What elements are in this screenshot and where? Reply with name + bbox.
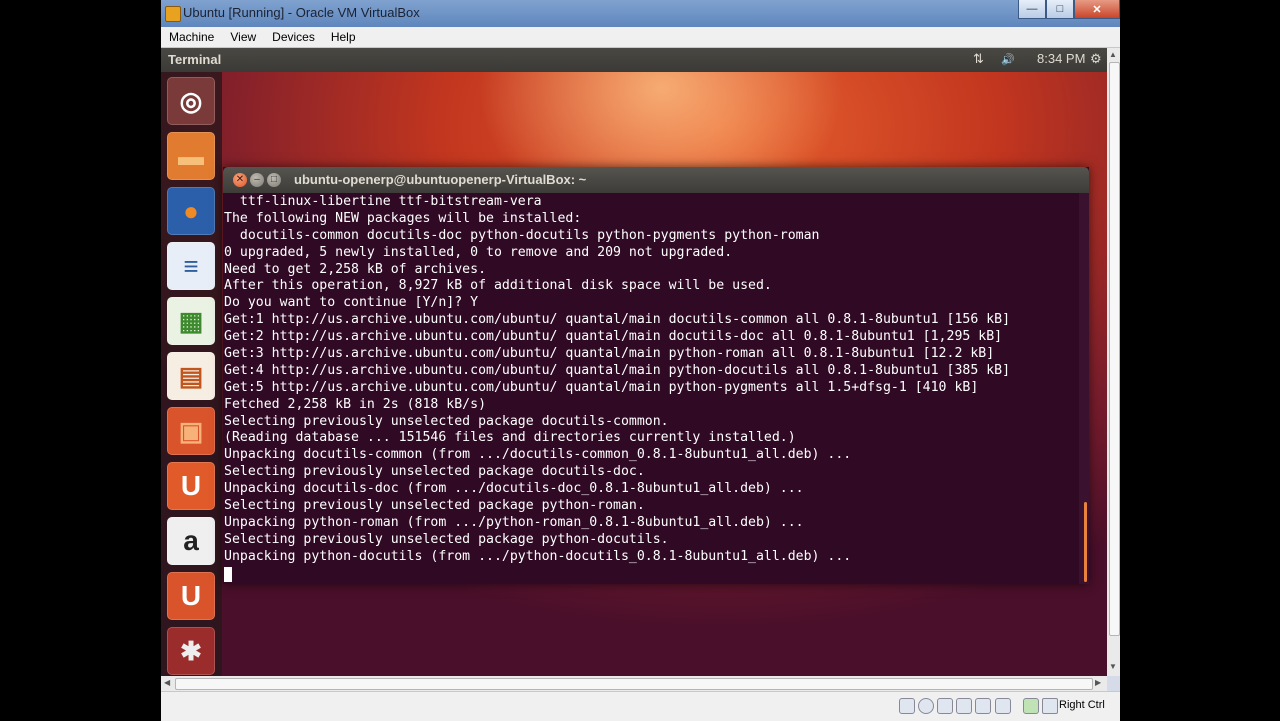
terminal-prompt-line[interactable] <box>224 566 1079 583</box>
terminal-close-icon[interactable]: ✕ <box>233 173 247 187</box>
launcher-writer-icon[interactable]: ≡ <box>167 242 215 290</box>
terminal-line: The following NEW packages will be insta… <box>224 210 582 226</box>
terminal-output[interactable]: ttf-linux-libertine ttf-bitstream-vera Th… <box>223 193 1079 584</box>
vbox-status-bar: Right Ctrl <box>161 691 1120 721</box>
scroll-up-icon[interactable]: ▲ <box>1109 50 1117 59</box>
launcher-files-icon[interactable]: ▬ <box>167 132 215 180</box>
terminal-line: Selecting previously unselected package … <box>224 413 669 429</box>
terminal-line: Get:3 http://us.archive.ubuntu.com/ubunt… <box>224 346 995 362</box>
virtualbox-icon <box>165 6 181 22</box>
terminal-line: Fetched 2,258 kB in 2s (818 kB/s) <box>224 396 487 412</box>
terminal-maximize-icon[interactable]: □ <box>267 173 281 187</box>
close-button[interactable]: ✕ <box>1074 0 1120 19</box>
scroll-left-icon[interactable]: ◀ <box>164 678 170 687</box>
optical-drive-icon[interactable] <box>918 698 934 714</box>
terminal-line: Unpacking python-roman (from .../python-… <box>224 514 804 530</box>
terminal-line: Need to get 2,258 kB of archives. <box>224 261 487 277</box>
launcher-ubuntu-one-music-icon[interactable]: U <box>167 572 215 620</box>
scroll-down-icon[interactable]: ▼ <box>1109 662 1117 671</box>
gear-icon[interactable]: ⚙ <box>1090 51 1102 67</box>
menu-view[interactable]: View <box>222 27 264 47</box>
launcher-dash-home-icon[interactable]: ◎ <box>167 77 215 125</box>
terminal-line: Get:4 http://us.archive.ubuntu.com/ubunt… <box>224 362 1011 378</box>
unity-launcher: ◎ ▬ ● ≡ ▦ ▤ ▣ Ua U ✱ <box>161 72 222 676</box>
guest-screen[interactable]: Terminal ⇅ 🔊 8:34 PM ⚙ ◎ ▬ ● ≡ ▦ ▤ ▣ Ua U ✱ ✕ – □… <box>161 48 1107 676</box>
terminal-line: Do you want to continue [Y/n]? Y <box>224 295 479 311</box>
usb-icon[interactable] <box>937 698 953 714</box>
vertical-scroll-thumb[interactable] <box>1109 62 1120 636</box>
minimize-button[interactable]: — <box>1018 0 1046 19</box>
vbox-titlebar[interactable]: Ubuntu [Running] - Oracle VM VirtualBox … <box>161 0 1120 27</box>
maximize-button[interactable]: □ <box>1046 0 1074 19</box>
launcher-firefox-icon[interactable]: ● <box>167 187 215 235</box>
launcher-system-settings-icon[interactable]: ✱ <box>167 627 215 675</box>
terminal-line: Selecting previously unselected package … <box>224 464 645 480</box>
host-vertical-scrollbar[interactable]: ▲ ▼ <box>1107 48 1120 676</box>
terminal-line: Selecting previously unselected package … <box>224 498 645 514</box>
virtualbox-window: Ubuntu [Running] - Oracle VM VirtualBox … <box>161 0 1120 721</box>
host-key-arrow-icon <box>1042 698 1058 714</box>
terminal-line: After this operation, 8,927 kB of additi… <box>224 278 772 294</box>
network-adapter-icon[interactable] <box>956 698 972 714</box>
menu-devices[interactable]: Devices <box>264 27 323 47</box>
launcher-impress-icon[interactable]: ▤ <box>167 352 215 400</box>
display-icon[interactable] <box>995 698 1011 714</box>
terminal-line: Selecting previously unselected package … <box>224 531 669 547</box>
ubuntu-top-panel: Terminal ⇅ 🔊 8:34 PM ⚙ <box>161 48 1107 72</box>
hard-disk-icon[interactable] <box>899 698 915 714</box>
terminal-cursor <box>224 566 232 582</box>
launcher-amazon-icon[interactable]: a <box>167 517 215 565</box>
terminal-title: ubuntu-openerp@ubuntuopenerp-VirtualBox:… <box>294 172 587 187</box>
menu-machine[interactable]: Machine <box>161 27 222 47</box>
terminal-line: Get:1 http://us.archive.ubuntu.com/ubunt… <box>224 312 1011 328</box>
launcher-software-center-icon[interactable]: ▣ <box>167 407 215 455</box>
scroll-right-icon[interactable]: ▶ <box>1095 678 1101 687</box>
launcher-calc-icon[interactable]: ▦ <box>167 297 215 345</box>
terminal-line: Unpacking docutils-doc (from .../docutil… <box>224 481 804 497</box>
menu-bar: Machine View Devices Help <box>161 27 1120 48</box>
terminal-minimize-icon[interactable]: – <box>250 173 264 187</box>
terminal-scroll-thumb[interactable] <box>1084 502 1087 582</box>
mouse-integration-icon[interactable] <box>1023 698 1039 714</box>
active-app-title: Terminal <box>168 52 222 67</box>
host-key-label: Right Ctrl <box>1059 699 1105 711</box>
horizontal-scroll-thumb[interactable] <box>175 678 1093 690</box>
shared-folders-icon[interactable] <box>975 698 991 714</box>
window-title: Ubuntu [Running] - Oracle VM VirtualBox <box>183 5 420 20</box>
volume-icon[interactable]: 🔊 <box>1001 53 1015 66</box>
network-icon[interactable]: ⇅ <box>973 51 984 67</box>
terminal-line: Unpacking python-docutils (from .../pyth… <box>224 548 852 564</box>
clock[interactable]: 8:34 PM <box>1037 51 1085 66</box>
terminal-line: docutils-common docutils-doc python-docu… <box>224 227 820 243</box>
terminal-line: 0 upgraded, 5 newly installed, 0 to remo… <box>224 244 733 260</box>
terminal-line: Unpacking docutils-common (from .../docu… <box>224 447 852 463</box>
terminal-scrollbar[interactable] <box>1079 193 1089 584</box>
terminal-line: ttf-linux-libertine ttf-bitstream-vera <box>224 194 542 209</box>
terminal-window[interactable]: ✕ – □ ubuntu-openerp@ubuntuopenerp-Virtu… <box>223 167 1089 584</box>
launcher-ubuntu-one-icon[interactable]: U <box>167 462 215 510</box>
menu-help[interactable]: Help <box>323 27 364 47</box>
terminal-line: Get:2 http://us.archive.ubuntu.com/ubunt… <box>224 329 1003 345</box>
terminal-line: Get:5 http://us.archive.ubuntu.com/ubunt… <box>224 379 979 395</box>
terminal-line: (Reading database ... 151546 files and d… <box>224 430 796 446</box>
terminal-titlebar[interactable]: ✕ – □ ubuntu-openerp@ubuntuopenerp-Virtu… <box>223 167 1089 193</box>
window-controls: — □ ✕ <box>1018 0 1120 20</box>
host-horizontal-scrollbar[interactable]: ◀ ▶ <box>161 676 1107 691</box>
